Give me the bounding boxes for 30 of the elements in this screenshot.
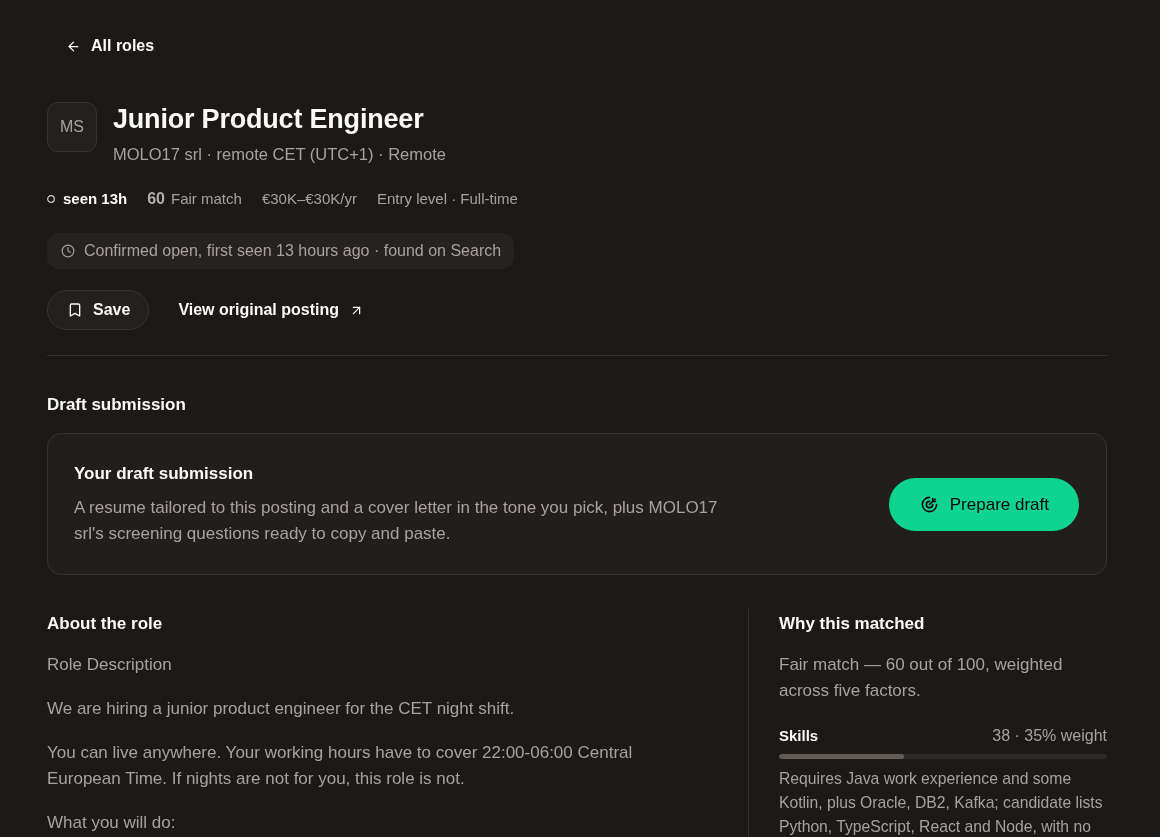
role-paragraph: Role Description — [47, 654, 173, 676]
status-text: Confirmed open, first seen 13 hours ago · found on Search — [84, 242, 502, 260]
match-score: 60 — [147, 189, 165, 209]
section-heading: Why this matched — [779, 613, 926, 635]
save-button[interactable]: Save — [47, 290, 150, 330]
back-link[interactable]: All roles — [66, 28, 155, 64]
seen-time: seen 13h — [63, 189, 128, 209]
prepare-draft-button[interactable]: Prepare draft — [888, 478, 1079, 531]
company-logo: MS — [47, 102, 97, 152]
job-subtitle: MOLO17 srl · remote CET (UTC+1) · Remote — [113, 144, 446, 165]
match-summary: Fair match — 60 out of 100, weighted across five factors. — [779, 654, 1064, 702]
factor-reading: 38 · 35% weight — [992, 726, 1107, 746]
clock-icon — [61, 244, 75, 258]
salary-range: €30K–€30K/yr — [261, 189, 357, 209]
role-paragraph: You can live anywhere. Your working hours have to cover 22:00-06:00 Central European Time. If nights are not for you, this role is not. — [47, 742, 634, 790]
bookmark-icon — [67, 302, 83, 318]
target-arrow-icon — [919, 495, 939, 514]
section-heading: About the role — [47, 613, 164, 635]
card-description: A resume tailored to this posting and a cover letter in the tone you pick, plus MOLO17 srl's screening questions ready to copy and paste. — [74, 497, 719, 545]
role-paragraph: What you will do: — [47, 812, 177, 834]
section-heading: Draft submission — [47, 394, 187, 416]
ring-icon — [47, 195, 55, 203]
factor-note: Requires Java work experience and some Kotlin, plus Oracle, DB2, Kafka; candidate lists Python, TypeScript, React and Node, with no — [779, 769, 1104, 837]
role-paragraph: We are hiring a junior product engineer for the CET night shift. — [47, 698, 516, 720]
job-title: Junior Product Engineer — [113, 103, 425, 135]
original-posting-link[interactable]: View original posting — [178, 301, 364, 319]
match-label: Fair match — [171, 189, 242, 209]
job-level-type: Entry level · Full-time — [376, 189, 518, 209]
card-title: Your draft submission — [74, 463, 255, 485]
factor-name: Skills — [779, 726, 819, 746]
